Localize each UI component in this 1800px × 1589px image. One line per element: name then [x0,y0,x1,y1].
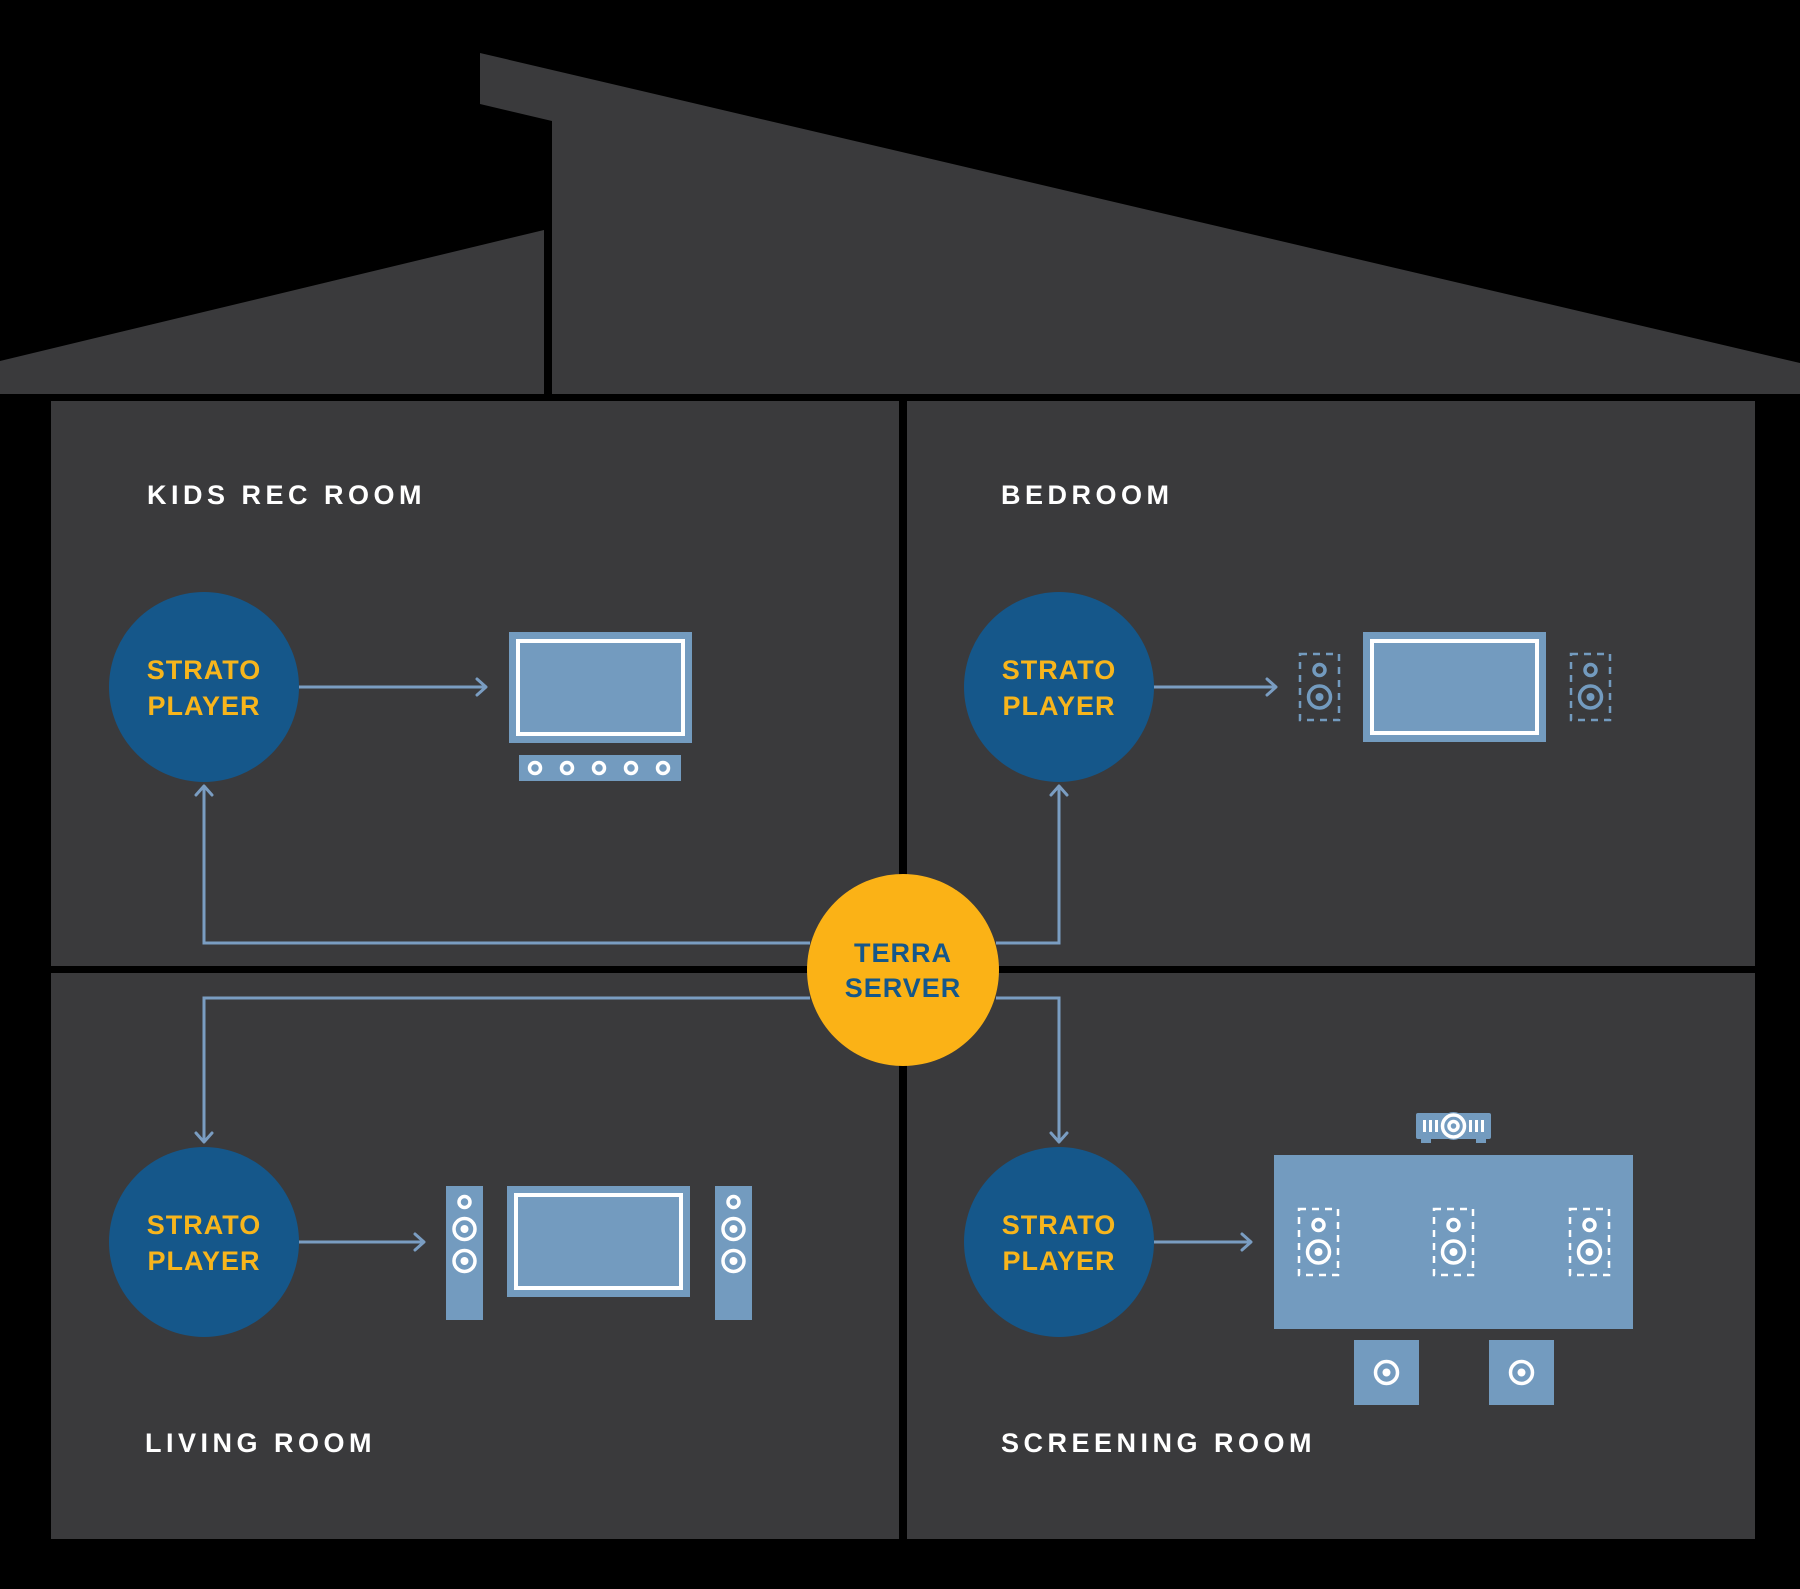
player-circle [964,1147,1154,1337]
player-living-room: STRATO PLAYER [109,1147,299,1337]
player-circle [109,592,299,782]
player-label-line1: STRATO [147,1210,262,1240]
server-label-line1: TERRA [854,938,952,968]
room-label-screening-room: SCREENING ROOM [1001,1428,1316,1458]
home-media-diagram: KIDS REC ROOM BEDROOM LIVING ROOM SCREEN… [0,0,1800,1589]
player-label-line1: STRATO [147,655,262,685]
room-label-kids-rec-room: KIDS REC ROOM [147,480,426,510]
player-label-line2: PLAYER [147,691,260,721]
server-label-line2: SERVER [845,973,962,1003]
room-label-bedroom: BEDROOM [1001,480,1174,510]
tower-speaker-icon [715,1186,752,1320]
bedroom-tv-icon [1363,632,1546,742]
player-circle [109,1147,299,1337]
room-label-living-room: LIVING ROOM [145,1428,376,1458]
player-label-line2: PLAYER [147,1246,260,1276]
player-circle [964,592,1154,782]
subwoofer-icon [1489,1340,1554,1405]
server-circle [807,874,999,1066]
kids-rec-tv-icon [509,632,692,743]
living-room-tv-icon [507,1186,690,1297]
player-label-line2: PLAYER [1002,691,1115,721]
terra-server: TERRA SERVER [807,874,999,1066]
player-bedroom: STRATO PLAYER [964,592,1154,782]
player-label-line1: STRATO [1002,655,1117,685]
projector-icon [1416,1112,1491,1143]
subwoofer-icon [1354,1340,1419,1405]
player-label-line2: PLAYER [1002,1246,1115,1276]
tower-speaker-icon [446,1186,483,1320]
player-label-line1: STRATO [1002,1210,1117,1240]
soundbar-icon [519,755,681,781]
player-kids-rec-room: STRATO PLAYER [109,592,299,782]
player-screening-room: STRATO PLAYER [964,1147,1154,1337]
